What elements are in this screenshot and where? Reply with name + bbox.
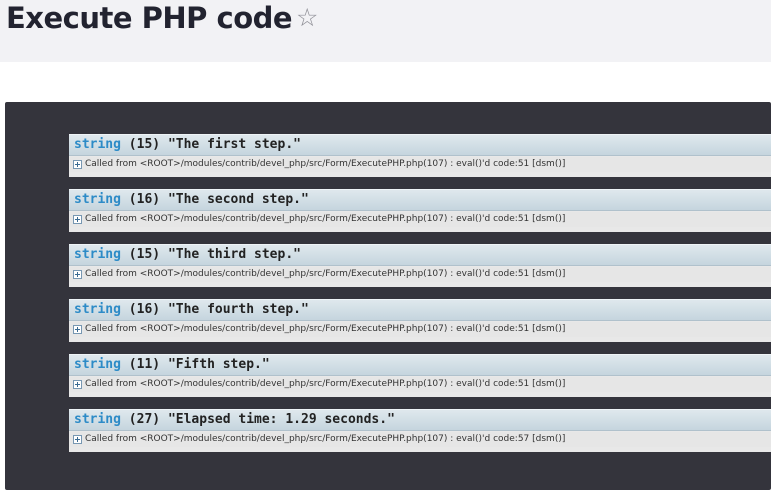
dump-header[interactable]: string (16) "The second step." [69,189,771,211]
dump-length: (15) [128,137,161,152]
dump-type: string [74,137,121,152]
called-from-text: Called from <ROOT>/modules/contrib/devel… [85,269,566,279]
dump-header[interactable]: string (16) "The fourth step." [69,299,771,321]
dump-backtrace: Called from <ROOT>/modules/contrib/devel… [69,157,771,172]
dump-backtrace: Called from <ROOT>/modules/contrib/devel… [69,267,771,282]
expand-plus-icon[interactable] [73,380,82,389]
page-header: Execute PHP code ☆ [0,0,771,62]
dump-header[interactable]: string (15) "The third step." [69,244,771,266]
called-from-text: Called from <ROOT>/modules/contrib/devel… [85,434,566,444]
dump-length: (15) [128,247,161,262]
expand-plus-icon[interactable] [73,270,82,279]
dump-value: "Fifth step." [167,357,270,372]
called-from-text: Called from <ROOT>/modules/contrib/devel… [85,324,566,334]
dump-backtrace: Called from <ROOT>/modules/contrib/devel… [69,322,771,337]
dump-type: string [74,247,121,262]
dump-value: "The third step." [167,247,301,262]
expand-plus-icon[interactable] [73,215,82,224]
dump-backtrace: Called from <ROOT>/modules/contrib/devel… [69,212,771,227]
expand-plus-icon[interactable] [73,160,82,169]
called-from-text: Called from <ROOT>/modules/contrib/devel… [85,379,566,389]
star-icon[interactable]: ☆ [296,3,318,33]
dump-item: string (16) "The second step." Called fr… [69,189,771,232]
dump-value: "The first step." [167,137,301,152]
dump-length: (16) [128,192,161,207]
dump-header[interactable]: string (15) "The first step." [69,134,771,156]
dump-length: (27) [128,412,161,427]
dump-length: (16) [128,302,161,317]
dump-item: string (15) "The third step." Called fro… [69,244,771,287]
dump-value: "The fourth step." [167,302,309,317]
dump-backtrace: Called from <ROOT>/modules/contrib/devel… [69,432,771,447]
page-title: Execute PHP code [6,1,293,35]
dump-value: "Elapsed time: 1.29 seconds." [167,412,395,427]
dump-value: "The second step." [167,192,309,207]
expand-plus-icon[interactable] [73,435,82,444]
dump-item: string (11) "Fifth step." Called from <R… [69,354,771,397]
dump-length: (11) [128,357,161,372]
dump-type: string [74,357,121,372]
dump-item: string (16) "The fourth step." Called fr… [69,299,771,342]
dump-header[interactable]: string (27) "Elapsed time: 1.29 seconds.… [69,409,771,431]
dump-type: string [74,192,121,207]
dump-type: string [74,412,121,427]
dump-header[interactable]: string (11) "Fifth step." [69,354,771,376]
expand-plus-icon[interactable] [73,325,82,334]
dump-type: string [74,302,121,317]
called-from-text: Called from <ROOT>/modules/contrib/devel… [85,159,566,169]
called-from-text: Called from <ROOT>/modules/contrib/devel… [85,214,566,224]
dump-backtrace: Called from <ROOT>/modules/contrib/devel… [69,377,771,392]
dump-item: string (27) "Elapsed time: 1.29 seconds.… [69,409,771,452]
dump-item: string (15) "The first step." Called fro… [69,134,771,177]
